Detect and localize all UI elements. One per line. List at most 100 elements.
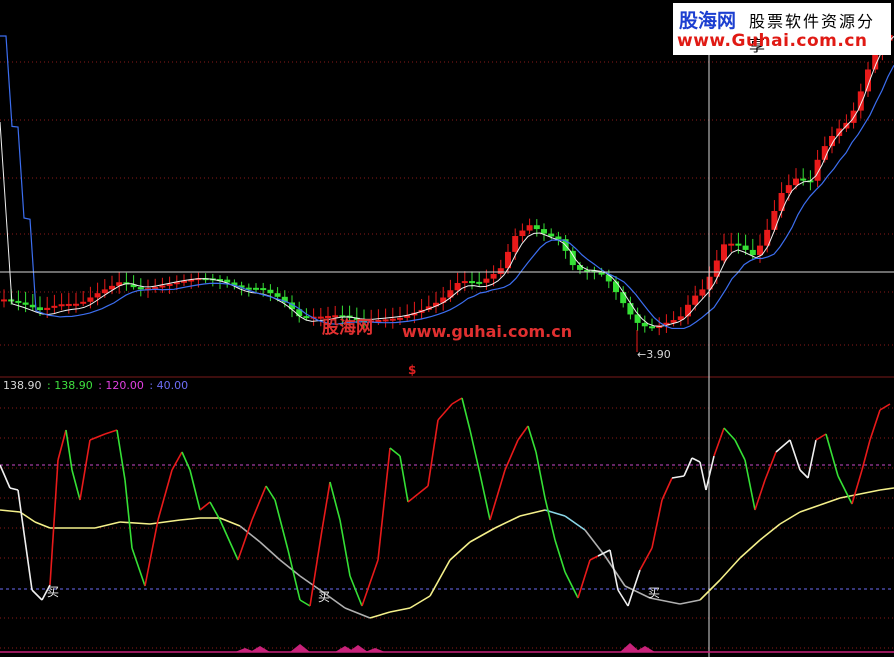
oscillator-line-segment [577,559,591,599]
oscillator-line-segment [479,473,491,521]
signal-line-segment [799,504,821,513]
down-candle [29,304,36,308]
down-candle [469,281,475,284]
oscillator-line-segment [349,575,363,607]
chart-window[interactable]: 股海网 股票软件资源分享 www.Guhai.com.cn 股海网 www.gu… [0,0,894,657]
oscillator-line-segment [564,571,579,599]
up-candle [490,274,497,279]
oscillator-line-segment [104,429,118,435]
signal-line-segment [779,511,801,525]
oscillator-line-segment [837,475,853,505]
up-candle [771,210,778,230]
up-candle [757,245,763,256]
up-candle [73,303,79,306]
signal-line-segment [719,557,741,581]
up-candle [51,305,58,308]
site-url: www.Guhai.com.cn [677,31,868,51]
oscillator-line-segment [617,589,629,607]
down-candle [260,288,267,291]
down-candle [749,249,756,256]
oscillator-line-segment [437,403,453,421]
signal-line-segment [369,611,391,619]
up-candle [166,283,173,286]
oscillator-line-segment [517,425,529,441]
site-name: 股海网 [679,10,737,32]
up-candle [94,293,101,298]
signal-line-segment [449,541,471,561]
oscillator-line-segment [691,457,701,463]
up-candle [793,178,799,186]
signal-line-segment [699,579,721,601]
oscillator-line-segment [144,519,159,587]
oscillator-line-segment [815,433,827,441]
oscillator-line-segment [65,429,73,471]
oscillator-line-segment [427,419,439,487]
oscillator-line-segment [799,469,809,479]
oscillator-line-segment [683,457,693,477]
down-candle [267,289,274,294]
up-candle [512,236,519,252]
signal-line-segment [279,559,301,577]
oscillator-line-segment [744,459,756,511]
histogram-bump [250,646,270,652]
oscillator-line-segment [329,481,341,521]
oscillator-line-segment [775,439,791,453]
up-candle [389,318,396,321]
signal-line-segment [389,607,411,613]
oscillator-line-segment [535,451,546,499]
oscillator-line-segment [609,549,619,591]
down-candle [627,303,634,315]
signal-line-segment [679,599,701,605]
center-watermark-name: 股海网 [322,318,373,338]
oscillator-line-segment [71,469,81,501]
buy-signal-2: 买 [318,590,331,604]
oscillator-line-segment [705,455,715,491]
down-candle [22,302,29,305]
oscillator-line-segment [851,469,863,505]
down-candle [15,300,22,303]
signal-line-segment [759,523,781,541]
signal-line-segment [0,509,21,513]
center-watermark-url: www.guhai.com.cn [402,322,573,341]
oscillator-line-segment [24,539,33,591]
oscillator-line-segment [131,547,146,587]
up-candle [87,297,94,302]
oscillator-line-segment [461,397,471,431]
up-candle [1,299,7,302]
down-candle [800,178,807,181]
up-candle [778,192,785,211]
oscillator-line-segment [251,485,267,521]
up-candle [836,128,843,136]
oscillator-line-segment [651,499,663,549]
down-candle [8,299,15,302]
up-candle [454,283,461,291]
oscillator-line-segment [49,459,59,586]
signal-line-segment [839,493,861,499]
down-candle [541,229,547,234]
up-candle [101,289,108,294]
up-candle [721,244,727,261]
down-candle [620,292,627,304]
signal-line-segment [819,497,841,506]
up-candle [526,225,533,231]
legend-value-4: : 40.00 [149,379,189,392]
up-candle [80,301,87,304]
signal-line-segment [34,521,51,529]
indicator-legend: 138.90 : 138.90 : 120.00 : 40.00 [3,379,190,392]
legend-value-2: : 138.90 [47,379,93,392]
oscillator-line-segment [299,599,311,607]
oscillator-line-segment [361,559,379,607]
oscillator-line-segment [723,427,736,441]
oscillator-line-segment [807,439,817,479]
oscillator-line-segment [189,469,201,511]
signal-line-segment [519,509,546,517]
oscillator-line-segment [699,461,707,491]
up-candle [483,278,490,283]
legend-value-3: : 120.00 [98,379,144,392]
down-candle [137,287,144,290]
oscillator-line-segment [869,409,881,441]
histogram-bump [635,646,655,652]
signal-line-segment [624,585,651,599]
up-candle [461,281,468,284]
signal-line-segment [179,517,201,521]
